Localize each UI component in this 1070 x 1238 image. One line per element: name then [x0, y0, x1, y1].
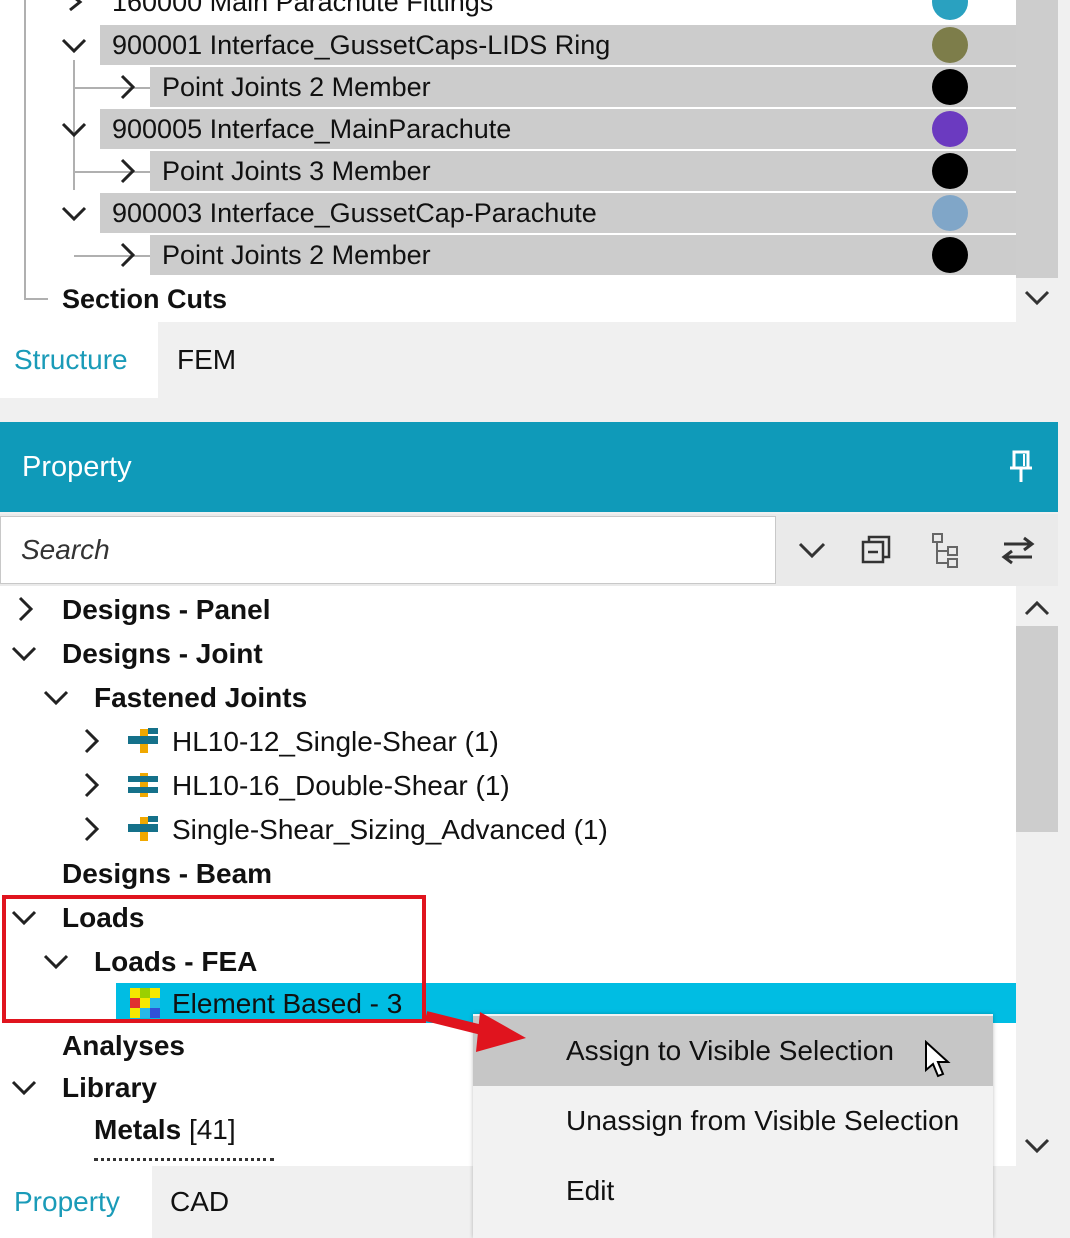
scrollbar-thumb[interactable] — [1016, 0, 1058, 278]
structure-item[interactable]: Point Joints 3 Member — [150, 151, 1016, 191]
chevron-down-icon[interactable] — [42, 688, 72, 708]
menu-item-label: Unassign from Visible Selection — [566, 1105, 960, 1136]
structure-item[interactable]: Point Joints 2 Member — [150, 67, 1016, 107]
menu-item-label: Edit — [566, 1175, 615, 1206]
tree-line — [24, 298, 48, 300]
structure-item[interactable]: 900003 Interface_GussetCap-Parachute — [100, 193, 1016, 233]
clipped-row — [94, 1158, 274, 1166]
annotation-arrow-icon — [424, 1011, 526, 1052]
tab-structure[interactable]: Structure — [0, 322, 158, 398]
tree-item-label: Library — [62, 1072, 157, 1103]
chevron-right-icon[interactable] — [114, 74, 140, 100]
fastened-joint-icon — [128, 728, 158, 753]
chevron-right-icon[interactable] — [78, 728, 104, 754]
color-swatch — [932, 237, 968, 273]
tree-item-analyses[interactable]: Analyses — [62, 1024, 185, 1068]
tab-label: FEM — [177, 344, 237, 375]
tree-item-library[interactable]: Library — [62, 1066, 157, 1110]
tree-view-icon[interactable] — [928, 530, 968, 570]
chevron-down-icon[interactable] — [10, 1078, 40, 1098]
fastened-joint-icon — [128, 773, 158, 797]
tree-item-label: Fastened Joints — [94, 682, 308, 713]
tree-item-label: HL10-16_Double-Shear (1) — [172, 770, 510, 801]
section-cuts-item[interactable]: Section Cuts — [62, 279, 227, 319]
tree-item-designs-joint[interactable]: Designs - Joint — [62, 632, 263, 676]
property-scrollbar[interactable] — [1016, 586, 1058, 1166]
tab-property[interactable]: Property — [0, 1166, 152, 1238]
scrollbar-thumb[interactable] — [1016, 626, 1058, 832]
swap-icon[interactable] — [998, 530, 1038, 570]
menu-item-edit[interactable]: Edit — [473, 1156, 993, 1226]
structure-item[interactable]: 900001 Interface_GussetCaps-LIDS Ring — [100, 25, 1016, 65]
scroll-down-icon[interactable] — [1024, 1136, 1050, 1156]
tab-cad[interactable]: CAD — [156, 1166, 256, 1238]
menu-item-assign[interactable]: Assign to Visible Selection — [473, 1016, 993, 1086]
structure-item-label: 900003 Interface_GussetCap-Parachute — [112, 198, 597, 228]
color-swatch — [932, 195, 968, 231]
chevron-right-icon[interactable] — [114, 242, 140, 268]
context-menu[interactable]: Assign to Visible Selection Unassign fro… — [473, 1014, 993, 1238]
color-swatch — [932, 27, 968, 63]
tree-item-label: Metals — [94, 1114, 182, 1145]
chevron-right-icon[interactable] — [62, 0, 88, 14]
panel-title: Property — [22, 451, 132, 483]
collapse-all-icon[interactable] — [858, 530, 898, 570]
scroll-up-icon[interactable] — [1024, 598, 1050, 618]
chevron-down-icon[interactable] — [10, 644, 40, 664]
structure-item[interactable]: 160000 Main Parachute Fittings — [100, 0, 1016, 22]
search-input[interactable] — [0, 516, 776, 584]
cursor-icon — [925, 1040, 951, 1078]
tree-item-label: Designs - Panel — [62, 594, 271, 625]
tab-label: CAD — [170, 1186, 230, 1217]
chevron-right-icon[interactable] — [114, 158, 140, 184]
color-swatch — [932, 153, 968, 189]
item-count: [41] — [188, 1114, 236, 1145]
scroll-down-icon[interactable] — [1024, 288, 1050, 308]
tree-line — [24, 0, 26, 298]
chevron-down-icon[interactable] — [792, 530, 832, 570]
pin-icon[interactable] — [1004, 448, 1040, 486]
tree-item-joint[interactable]: HL10-16_Double-Shear (1) — [172, 764, 510, 808]
structure-item-label: 900005 Interface_MainParachute — [112, 114, 512, 144]
chevron-down-icon[interactable] — [60, 120, 90, 140]
structure-item[interactable]: Point Joints 2 Member — [150, 235, 1016, 275]
structure-tabbar: Structure FEM — [0, 322, 1070, 398]
structure-tree[interactable]: 160000 Main Parachute Fittings 900001 In… — [0, 0, 1058, 322]
structure-item[interactable]: 900005 Interface_MainParachute — [100, 109, 1016, 149]
color-swatch — [932, 111, 968, 147]
property-panel-header: Property — [0, 422, 1058, 512]
tree-item-metals[interactable]: Metals [41] — [94, 1108, 236, 1152]
annotation-box — [2, 895, 426, 1023]
structure-item-label: Point Joints 2 Member — [162, 72, 431, 102]
tree-item-label: Analyses — [62, 1030, 185, 1061]
chevron-right-icon[interactable] — [78, 772, 104, 798]
tree-item-label: Designs - Joint — [62, 638, 263, 669]
tab-label: Structure — [14, 344, 128, 375]
menu-item-label: Assign to Visible Selection — [566, 1035, 894, 1066]
search-toolbar — [0, 514, 1058, 586]
tree-item-designs-beam[interactable]: Designs - Beam — [62, 852, 272, 896]
tree-item-joint[interactable]: Single-Shear_Sizing_Advanced (1) — [172, 808, 608, 852]
chevron-right-icon[interactable] — [12, 596, 38, 622]
structure-scrollbar[interactable] — [1016, 0, 1058, 322]
tree-item-joint[interactable]: HL10-12_Single-Shear (1) — [172, 720, 499, 764]
tree-item-label: HL10-12_Single-Shear (1) — [172, 726, 499, 757]
color-swatch — [932, 69, 968, 105]
chevron-down-icon[interactable] — [60, 204, 90, 224]
menu-item-unassign[interactable]: Unassign from Visible Selection — [473, 1086, 993, 1156]
tab-label: Property — [14, 1186, 120, 1217]
tree-item-fastened-joints[interactable]: Fastened Joints — [94, 676, 307, 720]
chevron-down-icon[interactable] — [60, 36, 90, 56]
chevron-right-icon[interactable] — [78, 816, 104, 842]
structure-item-label: Point Joints 2 Member — [162, 240, 431, 270]
structure-item-label: 160000 Main Parachute Fittings — [112, 0, 494, 17]
structure-item-label: Point Joints 3 Member — [162, 156, 431, 186]
tab-fem[interactable]: FEM — [163, 322, 263, 398]
tree-item-label: Designs - Beam — [62, 858, 273, 889]
tree-item-designs-panel[interactable]: Designs - Panel — [62, 588, 271, 632]
fastened-joint-icon — [128, 816, 158, 841]
tree-item-label: Single-Shear_Sizing_Advanced (1) — [172, 814, 608, 845]
structure-item-label: 900001 Interface_GussetCaps-LIDS Ring — [112, 30, 611, 60]
section-cuts-label: Section Cuts — [62, 284, 228, 314]
